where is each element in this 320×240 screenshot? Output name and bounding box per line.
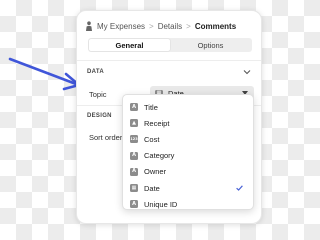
tab-options[interactable]: Options [170,39,251,51]
breadcrumb-item-details[interactable]: Details [158,22,182,31]
option-label: Category [144,151,175,161]
image-field-icon: ▲ [130,119,138,128]
number-field-icon: 123 [130,135,138,144]
tab-bar: General Options [88,38,252,52]
tab-general[interactable]: General [89,39,170,51]
text-field-icon: A [130,200,138,209]
breadcrumb-item-my-expenses[interactable]: My Expenses [97,22,145,31]
person-icon [86,21,92,31]
option-label: Title [144,102,158,112]
dropdown-option-receipt[interactable]: ▲ Receipt [123,115,253,131]
dropdown-option-title[interactable]: A Title [123,99,253,115]
option-label: Unique ID [144,199,178,209]
section-header-data: DATA [87,69,104,75]
topic-dropdown-menu: A Title ▲ Receipt 123 Cost A Category A … [122,94,254,210]
option-label: Receipt [144,118,170,128]
dropdown-option-unique-id[interactable]: A Unique ID [123,196,253,212]
option-label: Owner [144,167,167,177]
dropdown-option-category[interactable]: A Category [123,148,253,164]
dropdown-option-owner[interactable]: A Owner [123,164,253,180]
breadcrumb-separator: > [149,21,154,31]
date-field-icon: ▦ [130,184,138,193]
text-field-icon: A [130,103,138,112]
text-field-icon: A [130,167,138,176]
option-label: Cost [144,134,160,144]
topic-label: Topic [89,90,107,99]
text-field-icon: A [130,151,138,160]
checkmark-icon [236,185,243,191]
chevron-down-icon[interactable] [243,69,251,75]
breadcrumb-current: Comments [194,21,237,31]
breadcrumb-separator: > [186,21,191,31]
dropdown-option-date[interactable]: ▦ Date [123,180,253,196]
option-label: Date [144,183,160,193]
divider [77,60,261,61]
sort-order-label: Sort order [89,133,123,142]
breadcrumb: My Expenses > Details > Comments [85,20,236,32]
dropdown-option-cost[interactable]: 123 Cost [123,131,253,147]
section-header-design: DESIGN [87,113,112,119]
